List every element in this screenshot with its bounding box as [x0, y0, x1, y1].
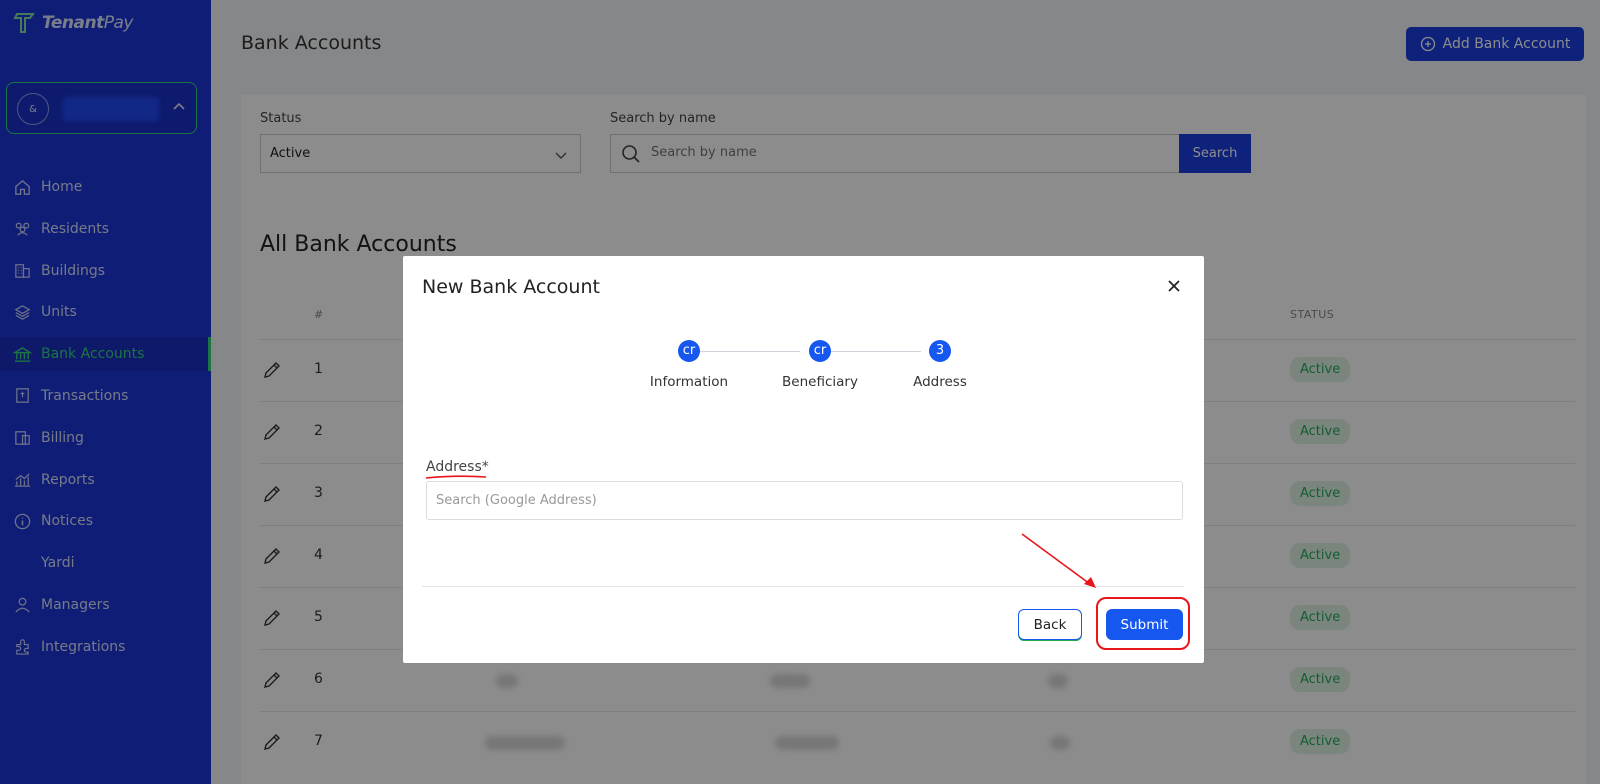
- close-icon[interactable]: [1166, 278, 1182, 294]
- modal-title: New Bank Account: [422, 276, 600, 298]
- step-marker: cr: [678, 340, 700, 362]
- new-bank-account-modal: New Bank Account cr Information cr Benef…: [403, 256, 1204, 663]
- step-marker: cr: [809, 340, 831, 362]
- step-label: Information: [649, 374, 729, 390]
- step-address[interactable]: 3 Address: [880, 340, 1000, 390]
- annotation-highlight-box: [1096, 597, 1190, 650]
- stepper: cr Information cr Beneficiary 3 Address: [629, 340, 974, 400]
- address-label: Address*: [426, 459, 489, 475]
- step-marker: 3: [929, 340, 951, 362]
- annotation-underline: [425, 475, 487, 479]
- step-information[interactable]: cr Information: [629, 340, 749, 390]
- annotation-arrow: [1021, 533, 1096, 588]
- address-search-input[interactable]: [426, 481, 1183, 520]
- step-label: Address: [913, 374, 967, 390]
- step-label: Beneficiary: [782, 374, 858, 390]
- step-beneficiary[interactable]: cr Beneficiary: [760, 340, 880, 390]
- back-button[interactable]: Back: [1018, 609, 1082, 640]
